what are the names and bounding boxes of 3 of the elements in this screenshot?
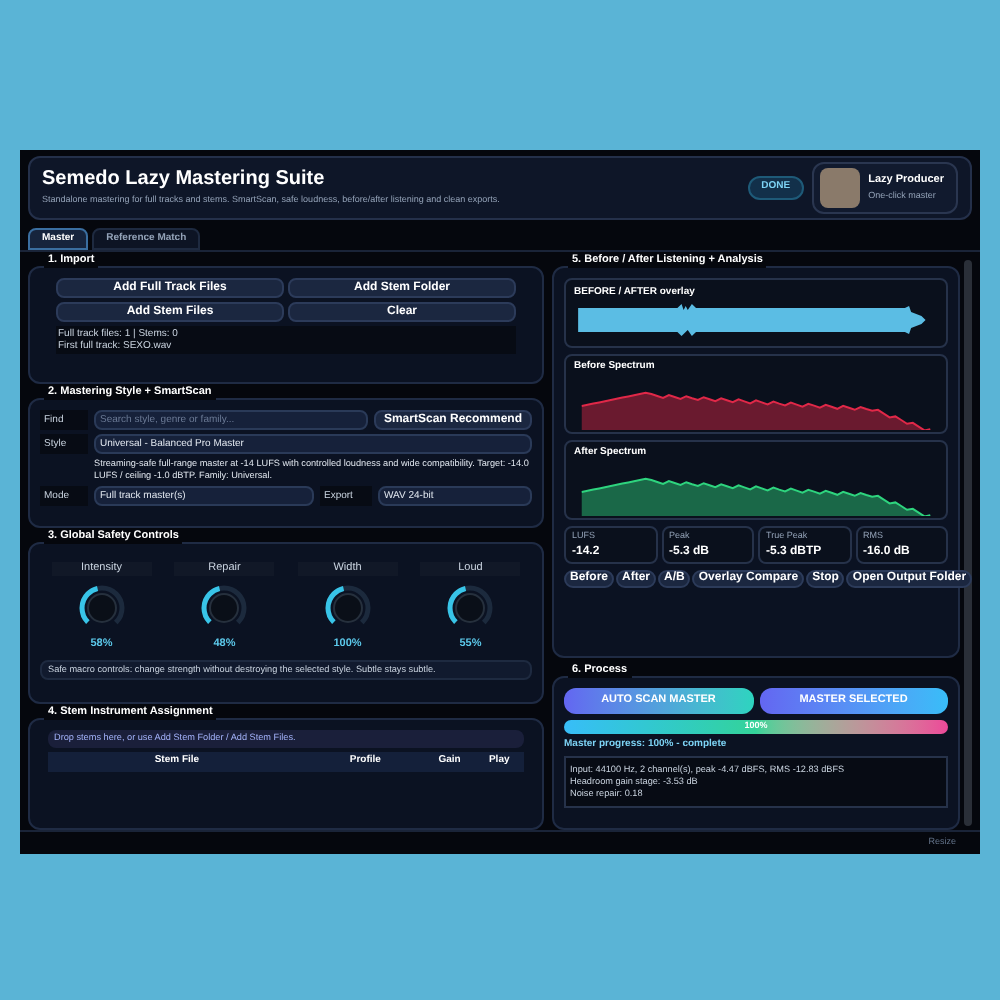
scrollbar[interactable] <box>964 260 972 826</box>
app-title: Semedo Lazy Mastering Suite <box>42 170 327 191</box>
photo-placeholder <box>820 168 861 208</box>
